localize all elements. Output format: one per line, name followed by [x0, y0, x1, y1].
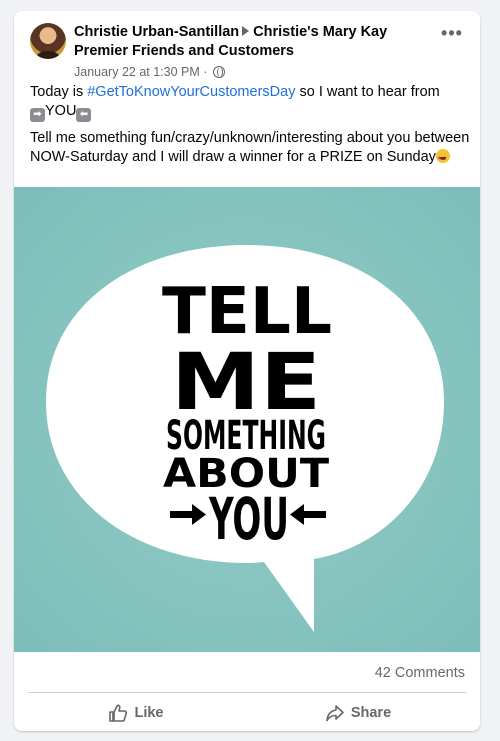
more-options-button[interactable]: •••: [438, 24, 466, 47]
share-label: Share: [350, 705, 392, 721]
like-button[interactable]: Like: [36, 701, 236, 725]
author-line: Christie Urban-Santillan Christie's Mary …: [74, 23, 434, 61]
image-text-you: YOU: [208, 485, 289, 553]
star-struck-emoji-icon: [435, 149, 450, 169]
comments-count[interactable]: 42 Comments: [375, 665, 465, 681]
arrow-left-emoji-icon: ⬅: [76, 108, 92, 122]
post-paragraph-2: Tell me something fun/crazy/unknown/inte…: [30, 129, 470, 169]
post-image[interactable]: TELL ME SOMETHING ABOUT YOU: [14, 187, 480, 652]
text-segment: Tell me something fun/crazy/unknown/inte…: [30, 130, 470, 165]
post-card: Christie Urban-Santillan Christie's Mary …: [14, 11, 480, 731]
text-segment: so I want to hear from: [295, 84, 440, 100]
post-paragraph-1: Today is #GetToKnowYourCustomersDay so I…: [30, 83, 470, 122]
share-arrow-icon: [326, 705, 344, 722]
like-label: Like: [134, 705, 164, 721]
hashtag-link[interactable]: #GetToKnowYourCustomersDay: [87, 84, 295, 100]
you-word: YOU: [45, 103, 77, 119]
meta-separator: ·: [203, 65, 208, 79]
divider: [28, 692, 466, 693]
speech-bubble-graphic: TELL ME SOMETHING ABOUT YOU: [14, 187, 480, 652]
post-header: Christie Urban-Santillan Christie's Mary …: [74, 23, 434, 80]
post-meta: January 22 at 1:30 PM ·: [74, 64, 434, 80]
post-body: Today is #GetToKnowYourCustomersDay so I…: [30, 83, 470, 174]
timestamp[interactable]: January 22 at 1:30 PM: [74, 65, 200, 79]
avatar[interactable]: [30, 23, 66, 59]
author-name[interactable]: Christie Urban-Santillan: [74, 24, 239, 40]
globe-icon: [212, 66, 225, 78]
text-segment: Today is: [30, 84, 88, 100]
arrow-right-emoji-icon: ➡: [30, 108, 45, 122]
caret-right-icon: [242, 26, 250, 36]
share-button[interactable]: Share: [258, 701, 458, 725]
thumbs-up-icon: [109, 704, 128, 722]
